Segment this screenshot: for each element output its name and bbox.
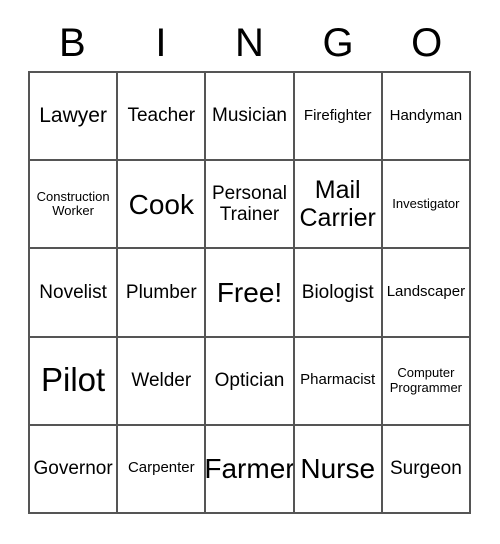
bingo-cell-optician[interactable]: Optician [206, 337, 295, 426]
bingo-cell-teacher[interactable]: Teacher [118, 73, 207, 162]
bingo-header-row: B I N G O [28, 18, 471, 68]
bingo-cell-label: Free! [216, 276, 283, 308]
bingo-cell-novelist[interactable]: Novelist [30, 249, 119, 338]
bingo-cell-personal-trainer[interactable]: Personal Trainer [206, 161, 295, 250]
bingo-cell-label: Construction Worker [36, 188, 110, 219]
bingo-cell-lawyer[interactable]: Lawyer [30, 73, 119, 162]
header-letter-i: I [155, 21, 167, 65]
bingo-cell-firefighter[interactable]: Firefighter [294, 73, 383, 162]
bingo-cell-governor[interactable]: Governor [30, 425, 119, 514]
bingo-cell-label: Handyman [389, 106, 463, 124]
bingo-cell-farmer[interactable]: Farmer [206, 425, 295, 514]
bingo-cell-biologist[interactable]: Biologist [294, 249, 383, 338]
bingo-cell-label: Farmer [206, 453, 295, 485]
bingo-cell-landscaper[interactable]: Landscaper [382, 249, 471, 338]
bingo-cell-pharmacist[interactable]: Pharmacist [294, 337, 383, 426]
bingo-cell-mail-carrier[interactable]: Mail Carrier [294, 161, 383, 250]
bingo-cell-label: Plumber [125, 281, 197, 303]
bingo-cell-label: Lawyer [39, 104, 107, 128]
bingo-cell-label: Optician [214, 370, 285, 392]
bingo-cell-label: Landscaper [386, 283, 466, 301]
bingo-cell-label: Firefighter [303, 106, 372, 124]
bingo-cell-surgeon[interactable]: Surgeon [382, 425, 471, 514]
bingo-cell-construction-worker[interactable]: Construction Worker [30, 161, 119, 250]
bingo-cell-computer-programmer[interactable]: Computer Programmer [382, 337, 471, 426]
bingo-cell-label: Pilot [40, 361, 106, 399]
bingo-cell-nurse[interactable]: Nurse [294, 425, 383, 514]
bingo-cell-label: Nurse [300, 453, 376, 485]
bingo-cell-label: Biologist [301, 281, 374, 303]
bingo-cell-label: Carpenter [127, 459, 195, 477]
bingo-cell-label: Surgeon [389, 458, 462, 480]
bingo-cell-cook[interactable]: Cook [118, 161, 207, 250]
bingo-cell-label: Pharmacist [300, 371, 376, 389]
bingo-cell-plumber[interactable]: Plumber [118, 249, 207, 338]
bingo-cell-label: Investigator [392, 196, 460, 212]
header-letter-b: B [58, 21, 86, 65]
bingo-cell-label: Computer Programmer [389, 365, 463, 395]
bingo-cell-label: Welder [131, 370, 192, 392]
header-letter-n: N [235, 21, 264, 65]
bingo-cell-carpenter[interactable]: Carpenter [118, 425, 207, 514]
bingo-cell-handyman[interactable]: Handyman [382, 73, 471, 162]
bingo-cell-investigator[interactable]: Investigator [382, 161, 471, 250]
bingo-cell-label: Mail Carrier [299, 176, 376, 233]
bingo-cell-musician[interactable]: Musician [206, 73, 295, 162]
header-letter-g: G [322, 21, 354, 65]
bingo-cell-welder[interactable]: Welder [118, 337, 207, 426]
bingo-cell-label: Cook [128, 188, 194, 220]
bingo-cell-label: Novelist [39, 281, 107, 303]
bingo-cell-label: Governor [33, 458, 113, 480]
bingo-cell-label: Musician [212, 105, 287, 127]
bingo-cell-free[interactable]: Free! [206, 249, 295, 338]
header-letter-o: O [411, 21, 443, 65]
bingo-cell-label: Personal Trainer [211, 183, 287, 226]
bingo-grid: Lawyer Teacher Musician Firefighter Handyman… [28, 71, 471, 514]
bingo-cell-pilot[interactable]: Pilot [30, 337, 119, 426]
bingo-cell-label: Teacher [127, 105, 196, 127]
bingo-card: B I N G O Lawyer Teacher Musician Firefight… [0, 0, 500, 544]
